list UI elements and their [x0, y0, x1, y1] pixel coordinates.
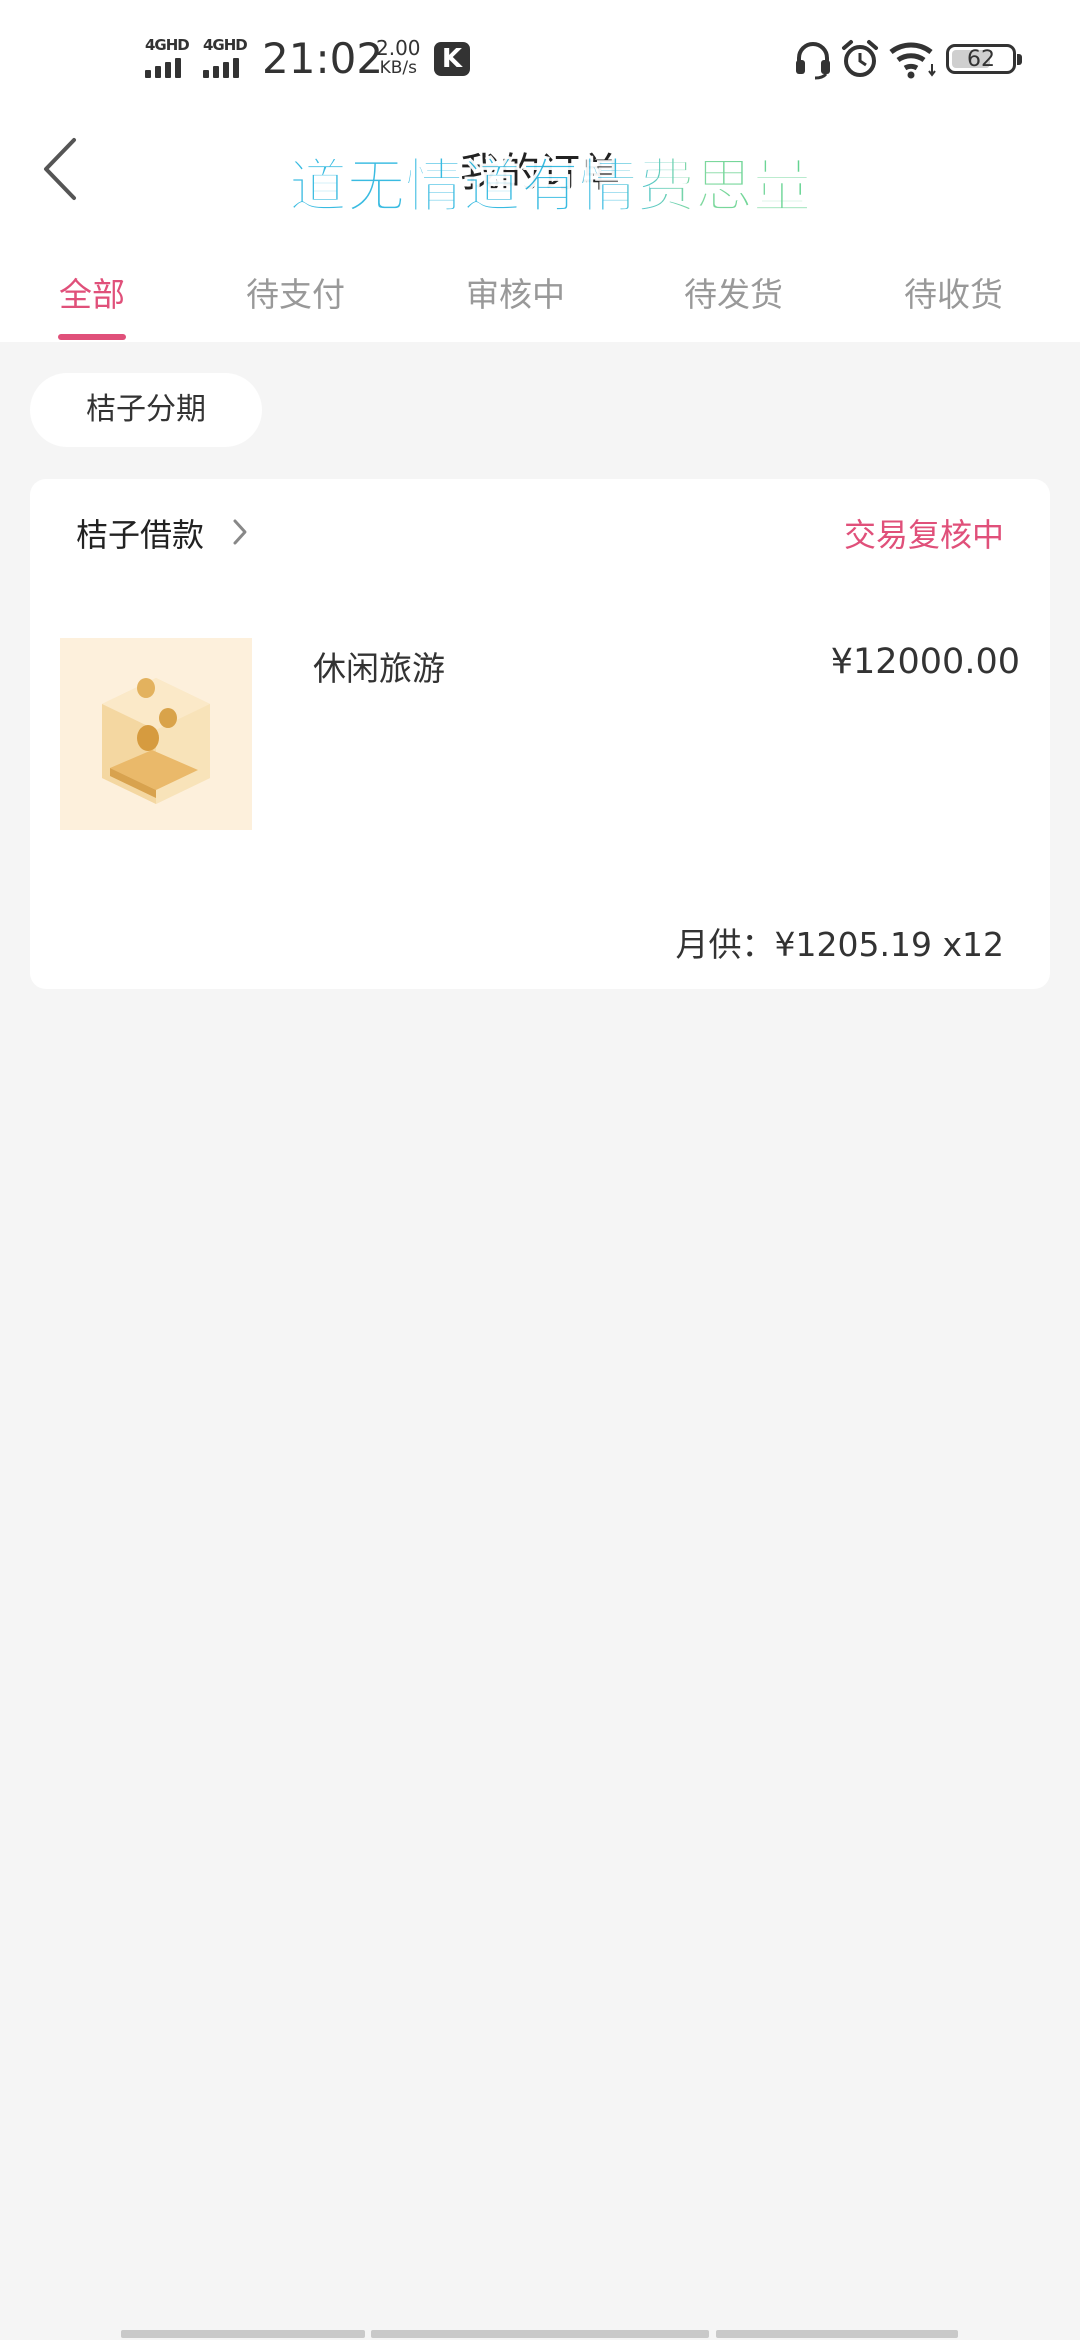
- filter-chip-installment[interactable]: 桔子分期: [30, 373, 262, 447]
- product-thumbnail[interactable]: [60, 638, 252, 830]
- merchant-name[interactable]: 桔子借款: [76, 510, 204, 556]
- watermark-overlay: 道无情道有情费思量: [288, 152, 811, 221]
- signal-bars-icon: [203, 58, 249, 78]
- network-speed-value: 2.00: [376, 36, 421, 60]
- wifi-icon: [889, 42, 936, 79]
- product-price: ¥12000.00: [830, 642, 1020, 682]
- network-speed: 2.00 KB/s: [376, 38, 421, 78]
- signal-bars-icon: [145, 58, 191, 78]
- clock: 21:02: [262, 34, 384, 83]
- nav-hint-segment: [371, 2330, 709, 2338]
- nav-hint-segment: [716, 2330, 958, 2338]
- alarm-icon: [842, 40, 878, 77]
- active-tab-indicator: [58, 334, 126, 340]
- network-speed-unit: KB/s: [379, 58, 417, 78]
- nav-hint-segment: [121, 2330, 365, 2338]
- tab-under-review[interactable]: 审核中: [466, 268, 565, 316]
- app-notification-icon: K: [434, 42, 470, 76]
- chevron-right-icon[interactable]: [230, 517, 250, 547]
- network-type-label: 4GHD: [203, 36, 248, 54]
- headset-icon: [796, 42, 830, 80]
- battery-indicator: 62: [946, 44, 1022, 74]
- tab-pending-payment[interactable]: 待支付: [246, 268, 345, 316]
- order-status: 交易复核中: [843, 516, 1004, 554]
- svg-text:道无情道有情费思量: 道无情道有情费思量: [289, 152, 811, 220]
- battery-level: 62: [967, 47, 995, 72]
- monthly-payment: 月供：¥1205.19 x12: [675, 925, 1004, 964]
- status-bar: 4GHD 4GHD 21:02 2.00 KB/s K 62: [0, 0, 1080, 120]
- network-type-label: 4GHD: [145, 36, 190, 54]
- tab-pending-shipment[interactable]: 待发货: [684, 268, 783, 316]
- product-name[interactable]: 休闲旅游: [313, 642, 445, 690]
- tab-all[interactable]: 全部: [59, 268, 125, 316]
- tab-pending-receipt[interactable]: 待收货: [904, 268, 1003, 316]
